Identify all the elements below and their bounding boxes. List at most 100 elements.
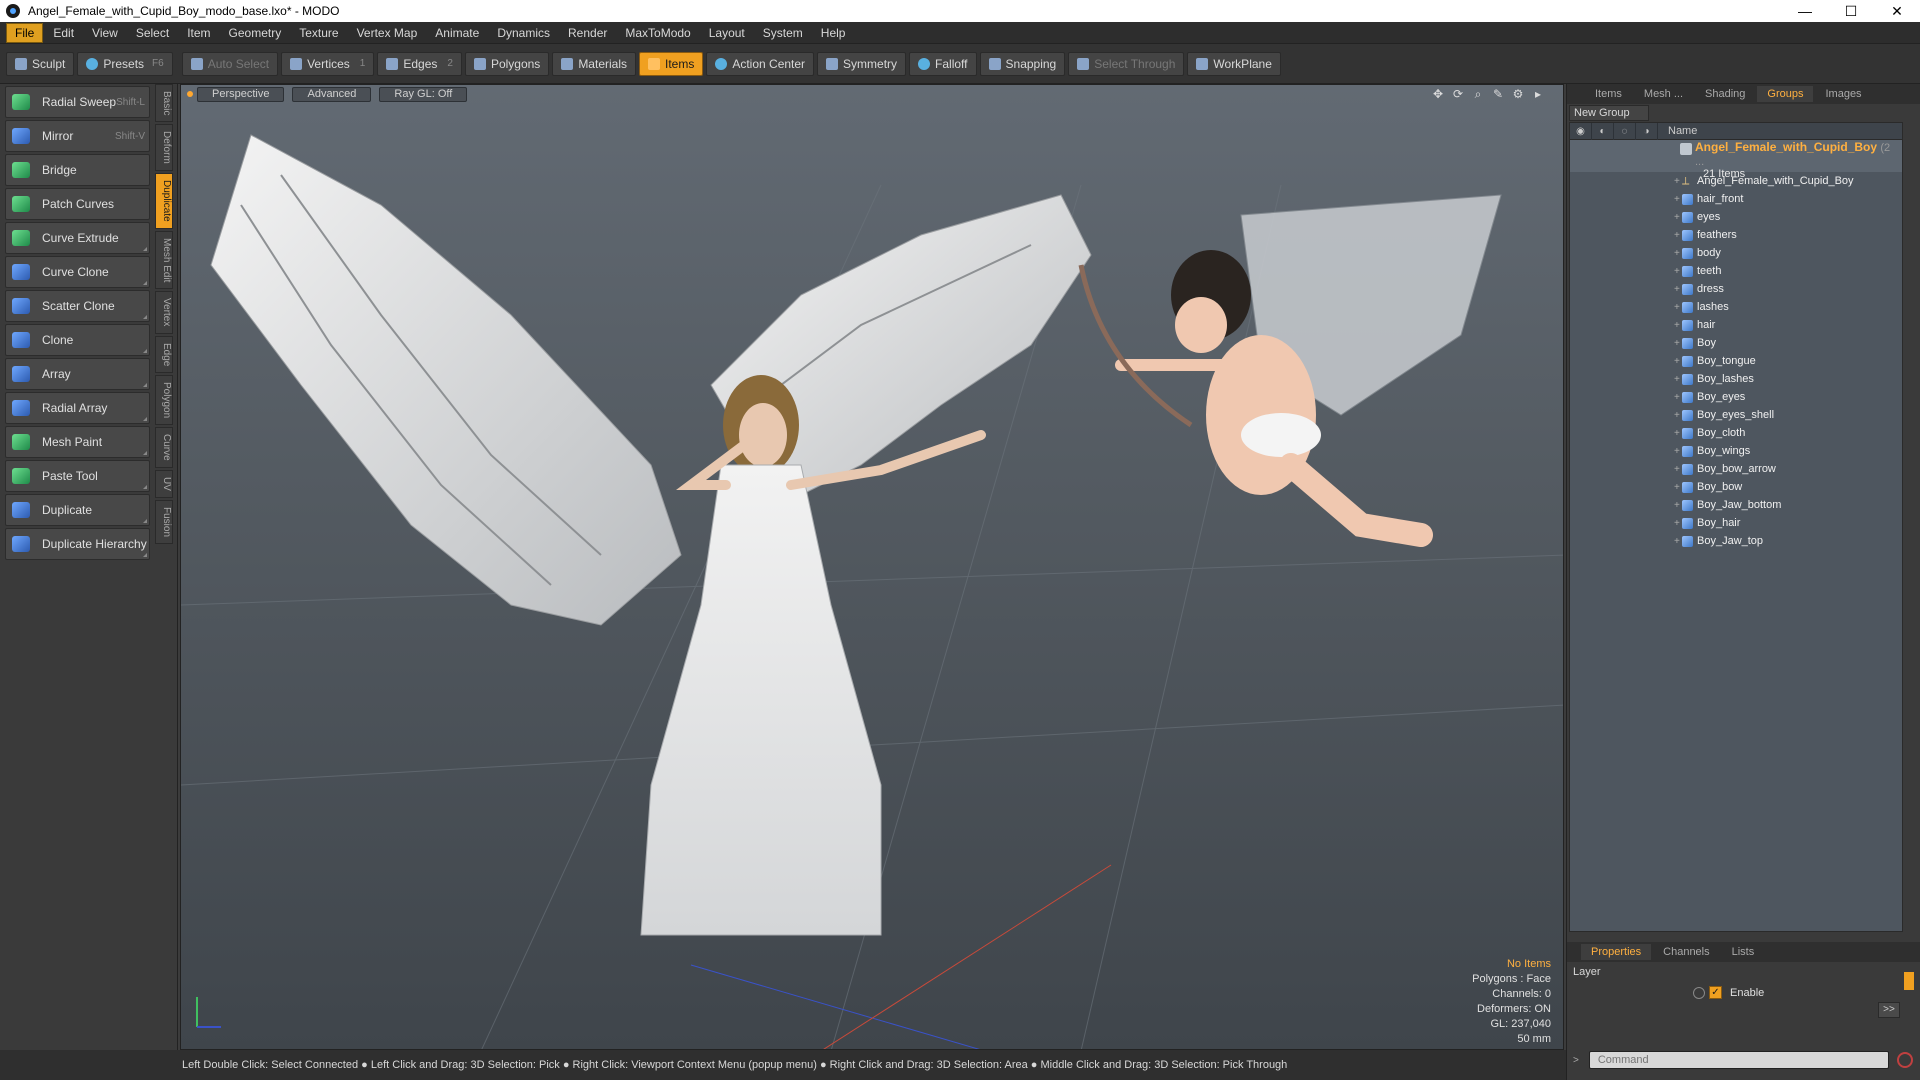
tree-item[interactable]: + lashes [1570,298,1902,316]
enable-toggle[interactable]: ✓ Enable [1693,986,1764,999]
tree-item[interactable]: + Boy_Jaw_top [1570,532,1902,550]
tree-item[interactable]: + Boy_hair [1570,514,1902,532]
tree-item[interactable]: + hair_front [1570,190,1902,208]
menu-item[interactable]: Item [179,24,218,42]
pan-icon[interactable]: ✥ [1431,87,1445,101]
tab-fusion[interactable]: Fusion [155,499,173,544]
rotate-icon[interactable]: ⟳ [1451,87,1465,101]
snapping-button[interactable]: Snapping [979,51,1066,76]
lock-column-icon[interactable]: ◌ [1614,123,1636,140]
tree-item[interactable]: + Boy_eyes [1570,388,1902,406]
menu-geometry[interactable]: Geometry [221,24,290,42]
tree-item[interactable]: + Boy_cloth [1570,424,1902,442]
tab-edge[interactable]: Edge [155,335,173,374]
tool-mirror[interactable]: Mirror Shift-V [5,120,150,152]
perspective-button[interactable]: Perspective [197,86,285,102]
3d-viewport[interactable]: Perspective Advanced Ray GL: Off ✥ ⟳ ⌕ ✎… [180,84,1564,1050]
vertices-button[interactable]: Vertices 1 [281,51,375,76]
menu-view[interactable]: View [84,24,126,42]
select-column-icon[interactable]: ◑ [1636,123,1658,140]
tree-item[interactable]: + teeth [1570,262,1902,280]
tab-shading[interactable]: Shading [1695,86,1755,102]
tree-item[interactable]: + Boy_lashes [1570,370,1902,388]
tree-item[interactable]: + Boy_wings [1570,442,1902,460]
tree-item[interactable]: + ⟂ Angel_Female_with_Cupid_Boy [1570,172,1902,190]
layer-section-label[interactable]: Layer [1573,966,1601,978]
tool-curve-clone[interactable]: Curve Clone [5,256,150,288]
checkmark-icon[interactable]: ✓ [1709,986,1722,999]
maximize-button[interactable]: ☐ [1828,0,1874,22]
tool-duplicate-hierarchy[interactable]: Duplicate Hierarchy [5,528,150,560]
tree-item[interactable]: + Boy [1570,334,1902,352]
advanced-button[interactable]: Advanced [292,86,372,102]
menu-help[interactable]: Help [813,24,854,42]
new-group-button[interactable]: New Group [1569,105,1649,121]
command-input[interactable] [1588,1051,1889,1069]
expand-button[interactable]: >> [1878,1002,1900,1018]
tree-item[interactable]: + Boy_tongue [1570,352,1902,370]
tool-mesh-paint[interactable]: Mesh Paint [5,426,150,458]
tab-polygon[interactable]: Polygon [155,375,173,426]
tab-basic[interactable]: Basic [155,84,173,123]
tab-deform[interactable]: Deform [155,124,173,172]
sculpt-button[interactable]: Sculpt [6,51,75,76]
tab-images[interactable]: Images [1815,86,1871,102]
items-button[interactable]: Items [639,51,704,76]
tab-duplicate[interactable]: Duplicate [155,173,173,229]
tab-mesh[interactable]: Mesh ... [1634,86,1693,102]
tool-paste-tool[interactable]: Paste Tool [5,460,150,492]
tree-item[interactable]: + eyes [1570,208,1902,226]
tab-curve[interactable]: Curve [155,427,173,468]
viewport-menu-icon[interactable] [187,91,193,97]
tree-item[interactable]: + hair [1570,316,1902,334]
raygl-button[interactable]: Ray GL: Off [379,86,468,102]
visibility-column-icon[interactable]: ◉ [1570,123,1592,140]
tab-lists[interactable]: Lists [1722,944,1765,960]
tree-item[interactable]: + body [1570,244,1902,262]
auto-select-button[interactable]: Auto Select [181,51,279,76]
tab-groups[interactable]: Groups [1757,86,1814,102]
menu-maxtomodo[interactable]: MaxToModo [617,24,698,42]
workplane-button[interactable]: WorkPlane [1187,51,1281,76]
properties-scrollbar[interactable] [1904,972,1914,990]
tree-item[interactable]: + Boy_Jaw_bottom [1570,496,1902,514]
tree-group-row[interactable]: Angel_Female_with_Cupid_Boy (2 ... 21 It… [1570,140,1902,180]
menu-system[interactable]: System [755,24,811,42]
animate-dot-icon[interactable] [1693,986,1705,999]
tool-duplicate[interactable]: Duplicate [5,494,150,526]
menu-texture[interactable]: Texture [291,24,346,42]
render-column-icon[interactable]: ◐ [1592,123,1614,140]
tree-item[interactable]: + Boy_eyes_shell [1570,406,1902,424]
falloff-button[interactable]: Falloff [909,51,977,76]
menu-file[interactable]: File [6,22,44,43]
menu-layout[interactable]: Layout [701,24,753,42]
polygons-button[interactable]: Polygons [464,51,550,76]
tree-item[interactable]: + Boy_bow_arrow [1570,460,1902,478]
tool-radial-array[interactable]: Radial Array [5,392,150,424]
tree-item[interactable]: + Boy_bow [1570,478,1902,496]
tree-item[interactable]: + feathers [1570,226,1902,244]
action-center-button[interactable]: Action Center [706,51,815,76]
symmetry-button[interactable]: Symmetry [817,51,907,76]
play-icon[interactable]: ▸ [1531,87,1545,101]
minimize-button[interactable]: — [1782,0,1828,22]
tool-curve-extrude[interactable]: Curve Extrude [5,222,150,254]
tab-uv[interactable]: UV [155,469,173,498]
menu-select[interactable]: Select [128,24,177,42]
tree-item[interactable]: + dress [1570,280,1902,298]
tool-scatter-clone[interactable]: Scatter Clone [5,290,150,322]
stop-icon[interactable] [1896,1052,1913,1068]
tab-channels[interactable]: Channels [1653,944,1719,960]
zoom-icon[interactable]: ⌕ [1471,87,1485,101]
tab-vertex[interactable]: Vertex [155,291,173,334]
menu-render[interactable]: Render [560,24,615,42]
menu-dynamics[interactable]: Dynamics [489,24,558,42]
tool-array[interactable]: Array [5,358,150,390]
menu-animate[interactable]: Animate [427,24,487,42]
tab-items[interactable]: Items [1585,86,1632,102]
tool-patch-curves[interactable]: Patch Curves [5,188,150,220]
edges-button[interactable]: Edges 2 [377,51,462,76]
select-through-button[interactable]: Select Through [1068,51,1185,76]
tab-mesh-edit[interactable]: Mesh Edit [155,230,173,290]
presets-button[interactable]: Presets F6 [77,51,173,76]
